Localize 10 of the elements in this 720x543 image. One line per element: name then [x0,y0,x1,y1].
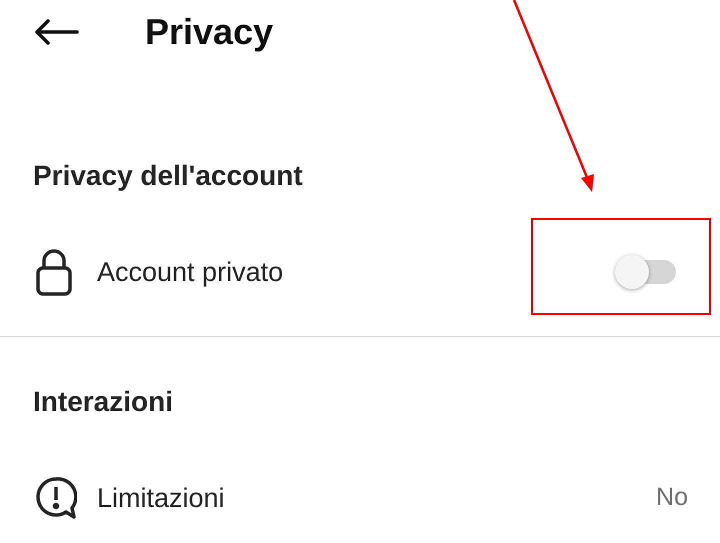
section-title: Interazioni [32,385,174,419]
back-button[interactable] [33,17,79,47]
section-title: Privacy dell'account [32,159,304,193]
alert-bubble-icon [35,476,77,520]
lock-icon [35,248,73,296]
back-arrow-icon [33,18,79,46]
setting-label: Limitazioni [97,482,225,515]
page-title: Privacy [145,10,274,54]
setting-value: No [656,482,688,514]
setting-label: Account privato [97,256,284,289]
